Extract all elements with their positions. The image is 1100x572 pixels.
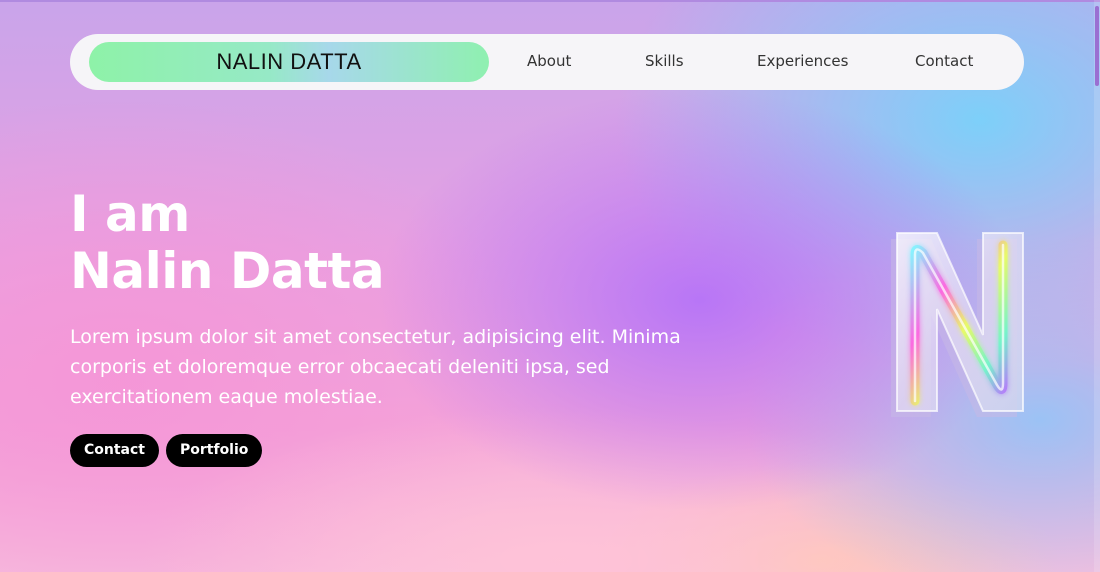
neon-letter-n-icon [875,225,1035,425]
nav-link-contact[interactable]: Contact [915,52,973,70]
hero-description: Lorem ipsum dolor sit amet consectetur, … [70,326,681,408]
nav-link-experiences[interactable]: Experiences [757,52,848,70]
contact-button[interactable]: Contact [70,434,159,467]
navbar: NALIN DATTA About Skills Experiences Con… [70,34,1024,90]
top-border [0,0,1100,2]
hero-title-line-2: Nalin Datta [70,242,385,300]
scrollbar[interactable] [1094,0,1100,572]
hero-title: I am Nalin Datta [70,185,385,300]
nav-link-skills[interactable]: Skills [645,52,684,70]
brand-logo[interactable]: NALIN DATTA [89,42,489,82]
scrollbar-thumb[interactable] [1095,6,1099,86]
hero-title-line-1: I am [70,185,190,243]
portfolio-button[interactable]: Portfolio [166,434,263,467]
nav-link-about[interactable]: About [527,52,571,70]
